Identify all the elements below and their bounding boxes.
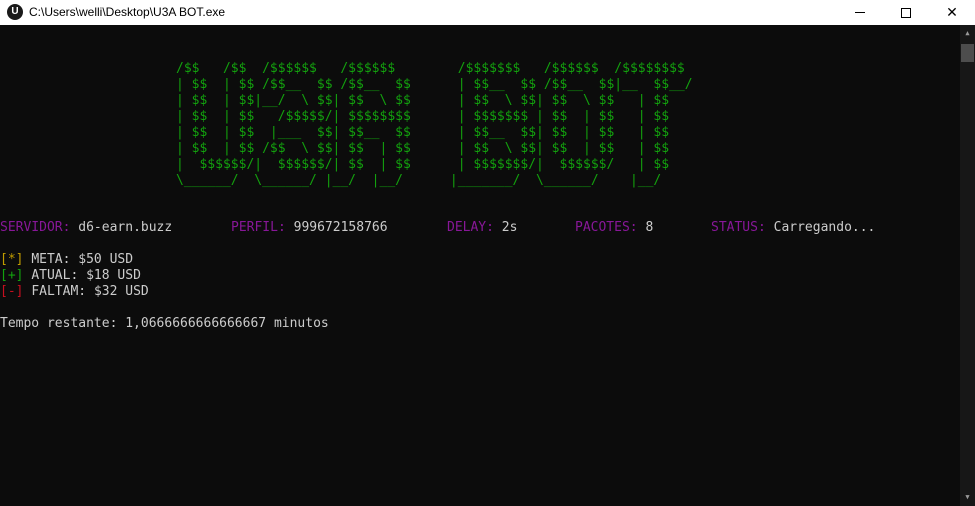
status-field: STATUS: Carregando... [711,220,875,236]
console-app-icon: U [7,4,23,20]
banner-line: /$$ /$$ /$$$$$$ /$$$$$$ /$$$$$$$ /$$$$$$… [176,61,685,76]
perfil-field: PERFIL: 999672158766 [231,220,388,236]
servidor-field: SERVIDOR: d6-earn.buzz [0,220,172,236]
remaining-label: Tempo restante: [0,316,118,331]
faltam-symbol: - [7,284,16,299]
pacotes-field: PACOTES: 8 [575,220,653,236]
ascii-banner: /$$ /$$ /$$$$$$ /$$$$$$ /$$$$$$$ /$$$$$$… [176,61,693,189]
pacotes-label: PACOTES: [575,220,638,235]
status-label: STATUS: [711,220,766,235]
meta-symbol: * [7,252,16,267]
vertical-scrollbar[interactable]: ▲ ▼ [960,25,975,506]
scroll-up-arrow-icon[interactable]: ▲ [960,25,975,42]
faltam-label: FALTAM: [31,284,87,299]
banner-line: | $$$$$$/| $$$$$$/| $$ | $$ | $$$$$$$/| … [176,157,670,172]
scrollbar-thumb[interactable] [961,44,974,62]
close-icon: ✕ [946,4,958,20]
remaining-value: 1,0666666666666667 [125,316,267,331]
maximize-button[interactable] [883,0,929,25]
console-output[interactable]: /$$ /$$ /$$$$$$ /$$$$$$ /$$$$$$$ /$$$$$$… [0,25,960,506]
atual-label: ATUAL: [31,268,79,283]
scroll-down-arrow-icon[interactable]: ▼ [960,489,975,506]
faltam-bracket-close: ] [15,284,24,299]
delay-label: DELAY: [447,220,494,235]
banner-line: | $$ | $$ /$$__ $$ /$$__ $$ | $$__ $$ /$… [176,77,693,92]
minimize-button[interactable] [837,0,883,25]
faltam-value: $32 USD [93,284,149,299]
servidor-value: d6-earn.buzz [78,220,173,235]
atual-bracket-close: ] [15,268,24,283]
banner-line: | $$ | $$ |___ $$| $$__ $$ | $$__ $$| $$… [176,125,670,140]
banner-line: | $$ | $$|__/ \ $$| $$ \ $$ | $$ \ $$| $… [176,93,670,108]
close-button[interactable]: ✕ [929,0,975,25]
remaining-time-line: Tempo restante: 1,0666666666666667 minut… [0,316,329,332]
meta-bracket-close: ] [15,252,24,267]
pacotes-value: 8 [645,220,654,235]
minimize-icon [855,12,865,13]
banner-line: | $$ | $$ /$$$$$/| $$$$$$$$ | $$$$$$$ | … [176,109,670,124]
meta-label: META: [31,252,71,267]
atual-bracket-open: [ [0,268,8,283]
faltam-bracket-open: [ [0,284,8,299]
perfil-label: PERFIL: [231,220,286,235]
atual-line: [+] ATUAL: $18 USD [0,268,141,284]
atual-value: $18 USD [86,268,141,283]
servidor-label: SERVIDOR: [0,220,71,235]
atual-symbol: + [7,268,16,283]
perfil-value: 999672158766 [293,220,388,235]
remaining-unit: minutos [273,316,329,331]
status-value: Carregando... [773,220,876,235]
meta-line: [*] META: $50 USD [0,252,133,268]
window-title: C:\Users\welli\Desktop\U3A BOT.exe [29,5,226,19]
meta-bracket-open: [ [0,252,8,267]
meta-value: $50 USD [78,252,134,267]
faltam-line: [-] FALTAM: $32 USD [0,284,149,300]
maximize-icon [901,7,911,18]
window-titlebar[interactable]: U C:\Users\welli\Desktop\U3A BOT.exe ✕ [0,0,975,25]
delay-field: DELAY: 2s [447,220,517,236]
status-row: SERVIDOR: d6-earn.buzz PERFIL: 999672158… [0,220,960,236]
delay-value: 2s [501,220,518,235]
banner-line: | $$ | $$ /$$ \ $$| $$ | $$ | $$ \ $$| $… [176,141,670,156]
banner-line: \______/ \______/ |__/ |__/ |_______/ \_… [176,173,662,188]
